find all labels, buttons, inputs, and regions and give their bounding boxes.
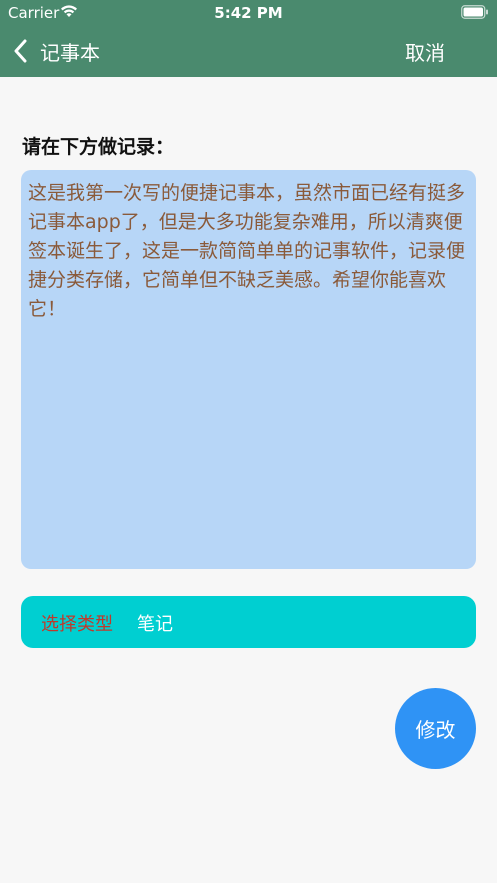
- cancel-button[interactable]: 取消: [405, 37, 445, 66]
- status-bar: Carrier 5:42 PM: [0, 0, 497, 26]
- note-text-area[interactable]: 这是我第一次写的便捷记事本，虽然市面已经有挺多记事本app了，但是大多功能复杂难…: [21, 170, 476, 569]
- status-time: 5:42 PM: [214, 4, 283, 22]
- modify-button[interactable]: 修改: [395, 688, 476, 769]
- type-selector-value: 笔记: [137, 614, 173, 635]
- note-content: 这是我第一次写的便捷记事本，虽然市面已经有挺多记事本app了，但是大多功能复杂难…: [28, 182, 466, 320]
- type-selector-label: 选择类型: [41, 614, 113, 635]
- screen: Carrier 5:42 PM 记事本 取消 请在下方做记录： 这是我第一次写的…: [0, 0, 497, 883]
- back-button[interactable]: 记事本: [12, 36, 100, 66]
- battery-icon: [461, 5, 488, 19]
- prompt-label: 请在下方做记录：: [22, 136, 175, 158]
- chevron-left-icon: [14, 39, 27, 63]
- type-selector[interactable]: 选择类型 笔记: [21, 596, 476, 648]
- nav-bar: 记事本 取消: [0, 26, 497, 77]
- back-label: 记事本: [40, 40, 100, 65]
- top-bar: Carrier 5:42 PM 记事本 取消: [0, 0, 497, 77]
